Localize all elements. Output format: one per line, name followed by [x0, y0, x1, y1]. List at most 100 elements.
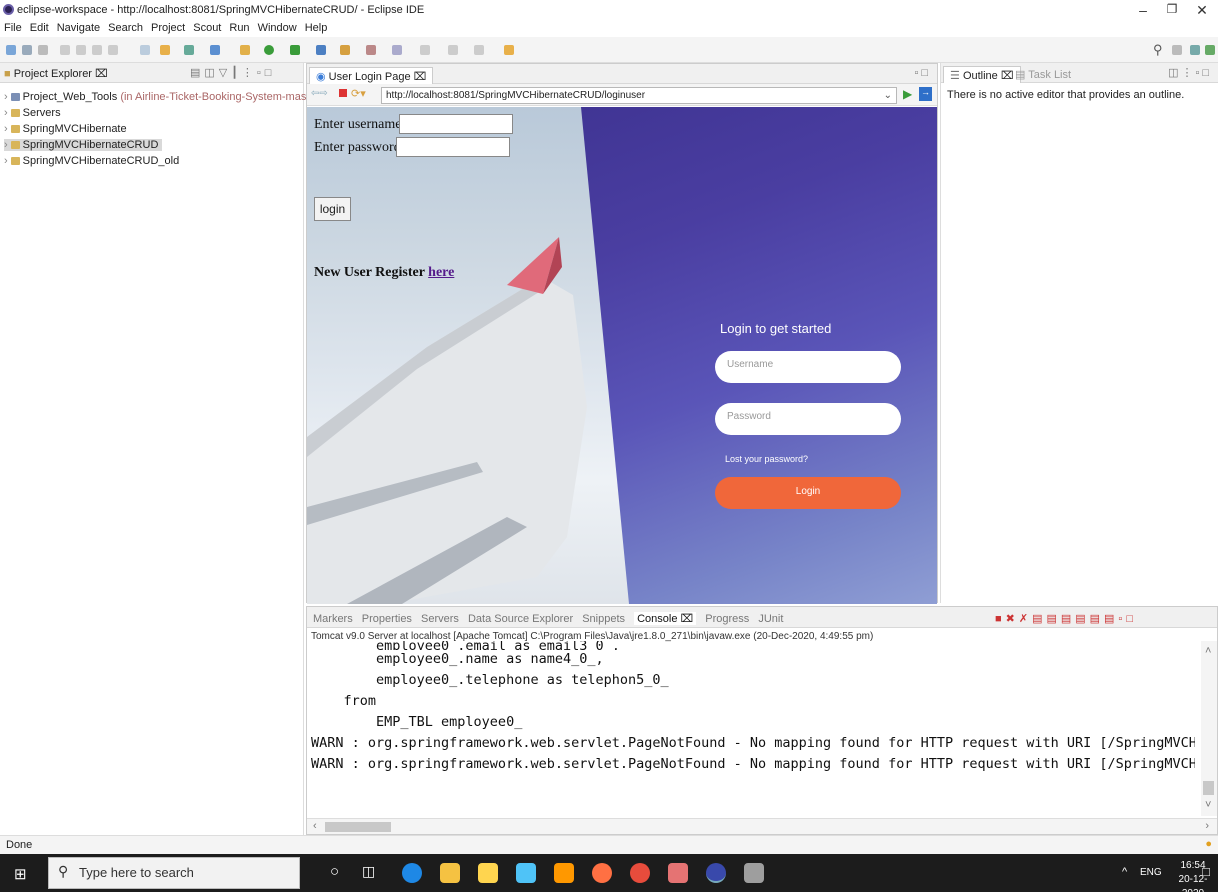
chevron-right-icon[interactable]: ›: [4, 91, 8, 103]
notification-icon[interactable]: ●: [1205, 838, 1212, 850]
scroll-thumb[interactable]: [1203, 781, 1214, 795]
tab-properties[interactable]: Properties: [362, 613, 412, 625]
chevron-right-icon[interactable]: ›: [1205, 820, 1209, 832]
windows-start-icon[interactable]: ⊞: [14, 865, 27, 883]
external-tools-icon[interactable]: [340, 45, 350, 55]
chevron-right-icon[interactable]: ›: [4, 123, 8, 135]
chevron-down-icon[interactable]: ⌄: [884, 90, 892, 101]
new-icon[interactable]: [6, 45, 16, 55]
console-horizontal-scrollbar[interactable]: ‹ ›: [307, 818, 1217, 834]
menu-edit[interactable]: Edit: [26, 20, 53, 34]
back-icon[interactable]: [448, 45, 458, 55]
card-password-input[interactable]: Password: [715, 403, 901, 435]
tab-data-source-explorer[interactable]: Data Source Explorer: [468, 613, 573, 625]
username-input[interactable]: [399, 114, 513, 134]
login-button[interactable]: login: [314, 197, 351, 221]
save-all-icon[interactable]: [38, 45, 48, 55]
coverage-icon[interactable]: [316, 45, 326, 55]
cortana-icon[interactable]: ○: [330, 863, 339, 880]
save-icon[interactable]: [22, 45, 32, 55]
menu-project[interactable]: Project: [147, 20, 189, 34]
chrome-icon[interactable]: [630, 863, 650, 883]
view-menu-icons[interactable]: ◫⋮▫□: [1168, 66, 1212, 79]
password-input[interactable]: [396, 137, 510, 157]
tree-item-springmvchibernatecrud-old[interactable]: › SpringMVCHibernateCRUD_old: [4, 155, 179, 167]
annotation-icon[interactable]: [420, 45, 430, 55]
restore-button[interactable]: ❐: [1157, 2, 1187, 16]
scroll-thumb[interactable]: [325, 822, 391, 832]
language-indicator[interactable]: ENG: [1140, 867, 1162, 878]
tab-outline[interactable]: ☰ Outline ⌧: [943, 66, 1021, 83]
menu-navigate[interactable]: Navigate: [53, 20, 104, 34]
back-forward-icon[interactable]: ⇦⇨: [311, 88, 328, 99]
chevron-up-icon[interactable]: ^: [1122, 866, 1127, 878]
tab-servers[interactable]: Servers: [421, 613, 459, 625]
chevron-right-icon[interactable]: ›: [4, 155, 8, 167]
tab-junit[interactable]: JUnit: [758, 613, 783, 625]
menu-scout[interactable]: Scout: [189, 20, 225, 34]
task-view-icon[interactable]: ◫: [362, 863, 375, 880]
tab-user-login-page[interactable]: ◉ User Login Page ⌧: [309, 67, 434, 84]
app-icon[interactable]: [516, 863, 536, 883]
minimize-maximize-icons[interactable]: ▫□: [914, 67, 931, 79]
debug-icon[interactable]: [60, 45, 70, 55]
store-icon[interactable]: [478, 863, 498, 883]
close-button[interactable]: ✕: [1187, 2, 1217, 19]
tree-item-project-web-tools[interactable]: › Project_Web_Tools (in Airline-Ticket-Bo…: [4, 91, 323, 103]
chevron-right-icon[interactable]: ›: [4, 139, 8, 151]
search-icon[interactable]: ⚲: [1153, 42, 1163, 58]
run-config-icon[interactable]: [290, 45, 300, 55]
tab-markers[interactable]: Markers: [313, 613, 353, 625]
tree-item-springmvchibernate[interactable]: › SpringMVCHibernate: [4, 123, 127, 135]
debug-perspective-icon[interactable]: [1205, 45, 1215, 55]
card-username-input[interactable]: Username: [715, 351, 901, 383]
clock[interactable]: 16:54 20-12-2020: [1168, 859, 1218, 892]
vlc-icon[interactable]: [554, 863, 574, 883]
card-login-button[interactable]: Login: [715, 477, 901, 509]
notifications-icon[interactable]: □: [1202, 864, 1210, 879]
chevron-left-icon[interactable]: ‹: [313, 820, 317, 832]
package-icon[interactable]: [240, 45, 250, 55]
office-icon[interactable]: [668, 863, 688, 883]
tab-snippets[interactable]: Snippets: [582, 613, 625, 625]
edge-icon[interactable]: [402, 863, 422, 883]
tree-item-springmvchibernatecrud[interactable]: › SpringMVCHibernateCRUD: [4, 139, 163, 151]
tree-item-servers[interactable]: › Servers: [4, 107, 61, 119]
terminate-icon[interactable]: [108, 45, 118, 55]
chevron-down-icon[interactable]: ˅: [1205, 799, 1211, 811]
toggle-icon[interactable]: [140, 45, 150, 55]
url-input[interactable]: http://localhost:8081/SpringMVCHibernate…: [381, 87, 897, 104]
menu-file[interactable]: File: [0, 20, 26, 34]
go-icon[interactable]: ▶: [903, 87, 912, 101]
register-link[interactable]: here: [428, 265, 454, 280]
tab-progress[interactable]: Progress: [705, 613, 749, 625]
search-tool-icon[interactable]: [392, 45, 402, 55]
tab-console[interactable]: Console ⌧: [634, 612, 697, 625]
suspend-icon[interactable]: [92, 45, 102, 55]
open-type-icon[interactable]: [366, 45, 376, 55]
run-icon[interactable]: [264, 45, 274, 55]
file-explorer-icon[interactable]: [440, 863, 460, 883]
eclipse-taskbar-icon[interactable]: [706, 863, 726, 883]
taskbar-search-box[interactable]: ⚲ Type here to search: [48, 857, 300, 889]
open-external-icon[interactable]: →: [919, 87, 932, 101]
console-toolbar-icons[interactable]: ■✖✗▤▤▤▤▤▤▫□: [995, 612, 1137, 625]
minimize-button[interactable]: –: [1128, 2, 1158, 18]
web-icon[interactable]: [210, 45, 220, 55]
lost-password-link[interactable]: Lost your password?: [725, 454, 808, 464]
stop-icon[interactable]: [339, 89, 347, 97]
server-icon[interactable]: [184, 45, 194, 55]
tab-task-list[interactable]: ▤ Task List: [1015, 68, 1071, 81]
firefox-icon[interactable]: [592, 863, 612, 883]
chevron-up-icon[interactable]: ˄: [1205, 645, 1211, 657]
console-vertical-scrollbar[interactable]: ˄ ˅: [1201, 641, 1217, 816]
menu-window[interactable]: Window: [254, 20, 301, 34]
project-explorer-tab[interactable]: ■ Project Explorer ⌧: [4, 67, 108, 80]
open-perspective-icon[interactable]: [1172, 45, 1182, 55]
menu-search[interactable]: Search: [104, 20, 147, 34]
resume-icon[interactable]: [76, 45, 86, 55]
paint-icon[interactable]: [744, 863, 764, 883]
pin-icon[interactable]: [504, 45, 514, 55]
menu-help[interactable]: Help: [301, 20, 332, 34]
java-ee-perspective-icon[interactable]: [1190, 45, 1200, 55]
